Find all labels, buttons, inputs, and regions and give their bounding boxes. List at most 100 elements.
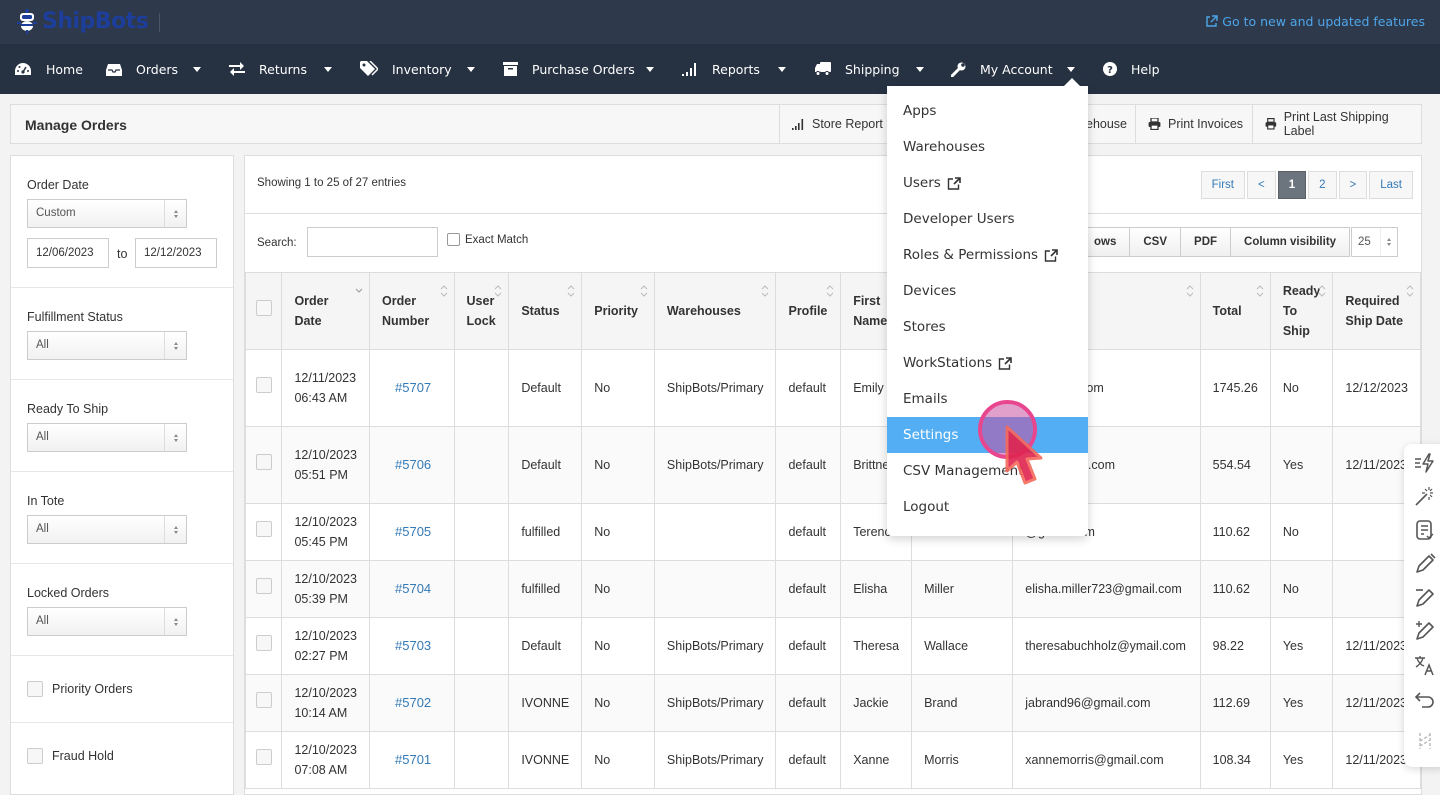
magic-wand-icon[interactable] — [1414, 485, 1436, 507]
page-next-button[interactable]: > — [1338, 171, 1368, 199]
page-length-select[interactable]: 25 — [1351, 227, 1398, 257]
col-total[interactable]: Total — [1199, 272, 1271, 350]
date-from-input[interactable]: 12/06/2023 — [27, 238, 109, 268]
in-tote-select[interactable]: All — [27, 515, 187, 544]
store-report-button[interactable]: Store Report — [779, 105, 895, 143]
translate-icon[interactable] — [1414, 654, 1436, 676]
nav-orders[interactable]: Orders — [106, 44, 178, 94]
order-number-link[interactable]: #5705 — [395, 524, 431, 539]
table-row[interactable]: 12/10/2023 05:39 PM #5704 fulfilled No defaul… — [245, 560, 1421, 618]
reports-caret-icon[interactable] — [778, 67, 786, 72]
shorten-pencil-icon[interactable] — [1414, 587, 1436, 609]
row-checkbox[interactable] — [255, 521, 272, 537]
locked-orders-select[interactable]: All — [27, 607, 187, 636]
page-first-button[interactable]: First — [1200, 171, 1245, 199]
page-2-button[interactable]: 2 — [1308, 171, 1337, 199]
col-profile[interactable]: Profile — [775, 272, 842, 350]
menu-item-roles-permissions[interactable]: Roles & Permissions — [887, 237, 1088, 273]
row-checkbox[interactable] — [255, 377, 272, 393]
menu-item-csv-management[interactable]: CSV Management — [887, 453, 1088, 489]
table-row[interactable]: 12/10/2023 02:27 PM #5703 Default No ShipBots… — [245, 617, 1421, 675]
pdf-button[interactable]: PDF — [1180, 227, 1232, 257]
row-checkbox[interactable] — [255, 635, 272, 651]
menu-item-settings[interactable]: Settings — [887, 417, 1088, 453]
nav-purchase-orders[interactable]: Purchase Orders — [503, 44, 635, 94]
menu-item-stores[interactable]: Stores — [887, 309, 1088, 345]
row-checkbox[interactable] — [255, 749, 272, 765]
fulfillment-status-select[interactable]: All — [27, 331, 187, 360]
menu-item-users[interactable]: Users — [887, 165, 1088, 201]
order-number-link[interactable]: #5707 — [395, 380, 431, 395]
table-row[interactable]: 12/10/2023 10:14 AM #5702 IVONNE No ShipBots/… — [245, 674, 1421, 732]
returns-caret-icon[interactable] — [324, 67, 332, 72]
nav-reports[interactable]: Reports — [682, 44, 760, 94]
menu-item-devices[interactable]: Devices — [887, 273, 1088, 309]
menu-item-apps[interactable]: Apps — [887, 93, 1088, 129]
menu-item-warehouses[interactable]: Warehouses — [887, 129, 1088, 165]
print-invoices-button[interactable]: Print Invoices — [1135, 105, 1255, 143]
priority-orders-checkbox[interactable] — [27, 681, 43, 697]
ready-to-ship-select[interactable]: All — [27, 423, 187, 452]
col-user-lock[interactable]: User Lock — [453, 272, 510, 350]
order-number-link[interactable]: #5702 — [395, 695, 431, 710]
print-last-label-button[interactable]: Print Last Shipping Label — [1252, 105, 1421, 143]
search-input[interactable] — [307, 227, 438, 257]
cell-user-lock — [453, 503, 510, 561]
undo-icon[interactable] — [1414, 688, 1436, 710]
orders-caret-icon[interactable] — [193, 67, 201, 72]
menu-item-logout[interactable]: Logout — [887, 489, 1088, 525]
checklist-icon[interactable] — [1414, 519, 1436, 541]
edit-pencil-icon[interactable] — [1414, 553, 1436, 575]
order-number-link[interactable]: #5704 — [395, 581, 431, 596]
brand-logo[interactable]: ShipBots — [16, 8, 149, 34]
shipping-caret-icon[interactable] — [916, 67, 924, 72]
row-checkbox[interactable] — [255, 454, 272, 470]
fraud-hold-checkbox[interactable] — [27, 748, 43, 764]
menu-item-workstations[interactable]: WorkStations — [887, 345, 1088, 381]
col-order-date[interactable]: Order Date — [281, 272, 371, 350]
table-row[interactable]: 12/10/2023 07:08 AM #5701 IVONNE No ShipBots/… — [245, 731, 1421, 789]
col-priority[interactable]: Priority — [581, 272, 655, 350]
row-checkbox[interactable] — [255, 578, 272, 594]
col-ready-to-ship[interactable]: Ready To Ship — [1269, 272, 1334, 350]
expand-pencil-icon[interactable] — [1414, 620, 1436, 642]
page-last-button[interactable]: Last — [1369, 171, 1413, 199]
exact-match-checkbox[interactable] — [447, 233, 460, 246]
column-visibility-button[interactable]: Column visibility — [1230, 227, 1351, 257]
nav-help[interactable]: ? Help — [1103, 44, 1160, 94]
my-account-caret-icon[interactable] — [1067, 67, 1075, 72]
cell-warehouse — [653, 503, 777, 561]
quick-action-icon[interactable] — [1414, 452, 1436, 474]
exact-match[interactable]: Exact Match — [447, 233, 528, 246]
order-date-select[interactable]: Custom — [27, 199, 187, 228]
table-row[interactable]: 12/11/2023 06:43 AM #5707 Default No ShipBots… — [245, 349, 1421, 427]
table-row[interactable]: 12/10/2023 05:51 PM #5706 Default No ShipBots… — [245, 426, 1421, 504]
cell-total: 554.54 — [1199, 426, 1271, 504]
csv-button[interactable]: CSV — [1129, 227, 1182, 257]
date-to-input[interactable]: 12/12/2023 — [135, 238, 217, 268]
order-number-link[interactable]: #5703 — [395, 638, 431, 653]
filter-ready-to-ship: Ready To Ship All — [11, 380, 233, 472]
order-number-link[interactable]: #5701 — [395, 752, 431, 767]
row-checkbox[interactable] — [255, 692, 272, 708]
col-required-ship-date[interactable]: Required Ship Date — [1332, 272, 1421, 350]
menu-item-developer-users[interactable]: Developer Users — [887, 201, 1088, 237]
col-warehouses[interactable]: Warehouses — [653, 272, 777, 350]
nav-home[interactable]: Home — [14, 44, 83, 94]
page-prev-button[interactable]: < — [1247, 171, 1276, 199]
nav-inventory[interactable]: Inventory — [360, 44, 452, 94]
menu-item-emails[interactable]: Emails — [887, 381, 1088, 417]
order-time: 05:51 PM — [294, 468, 348, 482]
inventory-caret-icon[interactable] — [467, 67, 475, 72]
col-label: First Name — [853, 294, 888, 328]
collapse-icon[interactable] — [1414, 730, 1436, 752]
col-status[interactable]: Status — [508, 272, 583, 350]
new-features-link[interactable]: Go to new and updated features — [1205, 14, 1425, 29]
order-number-link[interactable]: #5706 — [395, 457, 431, 472]
select-all-checkbox[interactable] — [255, 300, 272, 316]
col-order-number[interactable]: Order Number — [369, 272, 455, 350]
nav-returns[interactable]: Returns — [229, 44, 307, 94]
purchase-orders-caret-icon[interactable] — [646, 67, 654, 72]
page-1-button[interactable]: 1 — [1277, 171, 1307, 199]
table-row[interactable]: 12/10/2023 05:45 PM #5705 fulfilled No defaul… — [245, 503, 1421, 561]
